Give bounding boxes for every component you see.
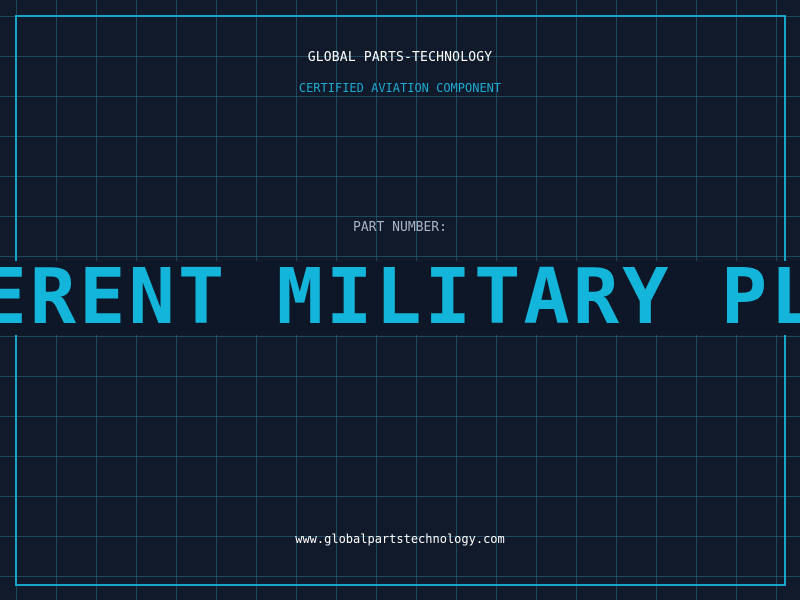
part-label-card: GLOBAL PARTS-TECHNOLOGY CERTIFIED AVIATI… [0, 0, 800, 600]
company-name: GLOBAL PARTS-TECHNOLOGY [307, 50, 493, 65]
website-url: www.globalpartstechnology.com [295, 532, 505, 546]
part-number-value: DIFFERENT MILITARY PLANES [0, 261, 800, 335]
part-number-label: PART NUMBER: [353, 220, 447, 235]
part-number-band: DIFFERENT MILITARY PLANES [0, 261, 800, 335]
certification-text: CERTIFIED AVIATION COMPONENT [298, 81, 502, 95]
